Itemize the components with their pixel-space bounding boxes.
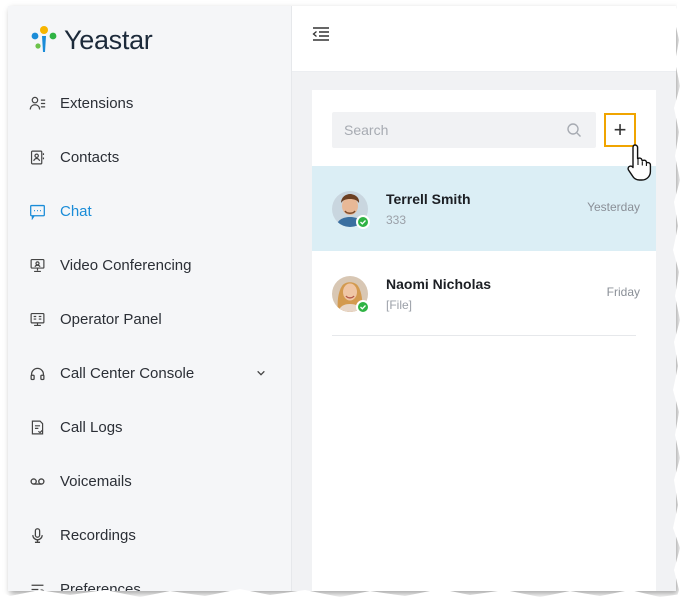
online-status-icon: [356, 299, 370, 314]
call-logs-icon: [27, 417, 47, 437]
sidebar-item-preferences[interactable]: Preferences: [8, 562, 291, 591]
message-time: Yesterday: [587, 200, 640, 214]
search-input[interactable]: [344, 122, 564, 138]
sidebar-item-label: Call Center Console: [60, 364, 195, 382]
contact-name: Terrell Smith: [386, 190, 471, 207]
search-icon[interactable]: [566, 122, 582, 138]
list-item[interactable]: Terrell Smith 333 Yesterday: [312, 166, 656, 251]
sidebar-item-extensions[interactable]: Extensions: [8, 76, 291, 130]
avatar: [332, 275, 370, 314]
extensions-icon: [27, 93, 47, 113]
sidebar-item-label: Chat: [60, 202, 92, 220]
sidebar-item-chat[interactable]: Chat: [8, 184, 291, 238]
avatar: [332, 190, 370, 229]
message-preview: [File]: [386, 297, 413, 312]
preferences-icon: [27, 579, 47, 591]
search-row: +: [332, 112, 636, 148]
chevron-down-icon[interactable]: [255, 367, 267, 379]
divider: [332, 335, 636, 336]
contacts-icon: [27, 147, 47, 167]
brand-name: Yeastar: [64, 24, 153, 55]
message-time: Friday: [606, 285, 640, 299]
sidebar-item-voicemails[interactable]: Voicemails: [8, 454, 291, 508]
logo: Yeastar: [28, 24, 153, 56]
conversation-list: Terrell Smith 333 Yesterday Naomi Nichol…: [312, 166, 656, 336]
top-bar: [292, 6, 676, 72]
list-item[interactable]: Naomi Nicholas [File] Friday: [312, 251, 656, 336]
message-preview: 333: [386, 212, 407, 227]
sidebar-item-contacts[interactable]: Contacts: [8, 130, 291, 184]
sidebar-item-label: Preferences: [60, 580, 141, 592]
online-status-icon: [356, 214, 370, 229]
voicemail-icon: [27, 471, 47, 491]
sidebar-item-label: Call Logs: [60, 418, 123, 436]
chat-list-panel: +: [312, 90, 656, 591]
sidebar-item-video-conferencing[interactable]: Video Conferencing: [8, 238, 291, 292]
contact-name: Naomi Nicholas: [386, 275, 492, 292]
menu-collapse-icon[interactable]: [312, 26, 330, 42]
sidebar-item-call-logs[interactable]: Call Logs: [8, 400, 291, 454]
sidebar-item-label: Voicemails: [60, 472, 132, 490]
plus-icon: +: [613, 117, 627, 142]
sidebar-item-label: Recordings: [60, 526, 136, 544]
operator-panel-icon: [27, 309, 47, 329]
yeastar-logo-icon: [28, 24, 60, 56]
chat-icon: [27, 201, 47, 221]
microphone-icon: [27, 525, 47, 545]
sidebar-item-operator-panel[interactable]: Operator Panel: [8, 292, 291, 346]
sidebar-nav: Extensions Contacts Chat Video Conferenc…: [8, 76, 291, 591]
sidebar-item-call-center-console[interactable]: Call Center Console: [8, 346, 291, 400]
sidebar-item-label: Video Conferencing: [60, 256, 192, 274]
search-box[interactable]: [332, 112, 596, 148]
sidebar-item-label: Contacts: [60, 148, 120, 166]
main-content: +: [292, 72, 676, 591]
video-conferencing-icon: [27, 255, 47, 275]
add-chat-button[interactable]: +: [604, 113, 636, 147]
sidebar-item-recordings[interactable]: Recordings: [8, 508, 291, 562]
app-window: Yeastar Extensions Contacts Chat Video C…: [8, 6, 676, 591]
sidebar-item-label: Extensions: [60, 94, 134, 112]
headset-icon: [27, 363, 47, 383]
sidebar: Yeastar Extensions Contacts Chat Video C…: [8, 6, 292, 591]
sidebar-item-label: Operator Panel: [60, 310, 162, 328]
